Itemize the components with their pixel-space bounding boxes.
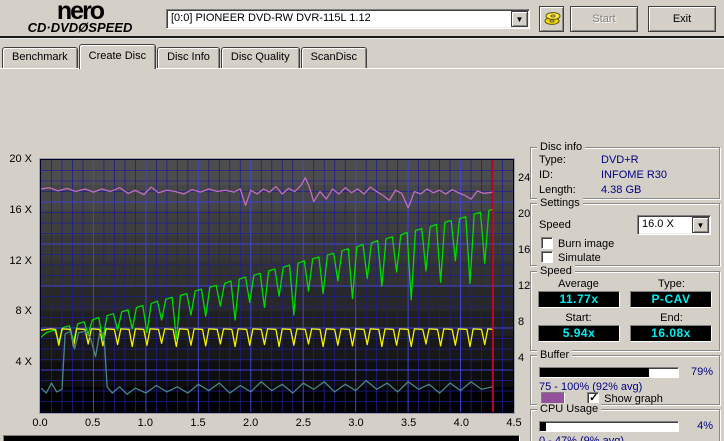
tab-strip: Benchmark Create Disc Disc Info Disc Qualit…	[2, 44, 368, 69]
cpu-usage-title: CPU Usage	[537, 403, 602, 415]
eject-disc-button[interactable]	[539, 6, 564, 32]
header-separator	[0, 36, 724, 39]
tab-disc-info[interactable]: Disc Info	[157, 47, 220, 68]
buffer-title: Buffer	[537, 349, 573, 361]
right-axis-tick: 24	[518, 172, 531, 185]
simulate-label: Simulate	[558, 252, 601, 264]
burn-image-label: Burn image	[558, 238, 615, 250]
cpu-percent: 4%	[697, 420, 713, 432]
x-axis-tick: 1.0	[137, 417, 153, 429]
speed-type-label: Type:	[658, 278, 685, 290]
buffer-show-graph-label: Show graph	[604, 393, 663, 405]
tab-scandisc[interactable]: ScanDisc	[300, 47, 368, 68]
create-disc-tab-page: 20 X 16 X 12 X 8 X 4 X 24 20 16 12 8 4 0.0 0.5 1.0 1…	[0, 68, 724, 441]
disc-id-value: INFOME R30	[601, 169, 668, 181]
buffer-meter	[539, 367, 679, 378]
chevron-down-icon[interactable]: ▼	[511, 11, 528, 27]
cpu-meter	[539, 421, 679, 432]
disc-type-value: DVD+R	[601, 154, 639, 166]
disc-length-value: 4.38 GB	[601, 184, 642, 196]
disc-id-label: ID:	[539, 169, 554, 181]
burn-progress-bar	[3, 435, 520, 441]
speed-results-title: Speed	[537, 265, 575, 277]
start-button[interactable]: Start	[570, 6, 638, 32]
right-axis-tick: 20	[518, 208, 531, 221]
tab-disc-quality[interactable]: Disc Quality	[220, 47, 300, 68]
plot-background-band	[41, 185, 513, 211]
burn-progress-fill	[4, 436, 519, 441]
speed-select-value: 16.0 X	[642, 218, 674, 230]
speed-results-group: Speed Average Type: 11.77x P-CAV Start: …	[530, 265, 720, 351]
x-axis-tick: 0.0	[32, 417, 48, 429]
cpu-usage-group: CPU Usage 4% 0 - 47% (9% avg) Show graph	[530, 403, 720, 441]
cpu-meter-fill	[540, 422, 546, 431]
left-axis-tick: 20 X	[9, 153, 32, 165]
x-axis-tick: 4.5	[506, 417, 522, 429]
chevron-down-icon[interactable]: ▼	[692, 217, 709, 233]
cpu-range: 0 - 47% (9% avg)	[539, 435, 624, 441]
x-axis-tick: 4.0	[453, 417, 469, 429]
right-axis-tick: 8	[518, 316, 525, 329]
average-speed-label: Average	[558, 278, 599, 290]
exit-button[interactable]: Exit	[648, 6, 716, 32]
drive-select[interactable]: [0:0] PIONEER DVD-RW DVR-115L 1.12 ▼	[166, 9, 530, 29]
nero-logo: nero CD·DVD‌ØSPEED	[4, 0, 156, 35]
start-speed-display: 5.94x	[538, 325, 620, 342]
tab-benchmark[interactable]: Benchmark	[2, 47, 78, 68]
speed-graph	[40, 159, 514, 413]
x-axis-labels: 0.0 0.5 1.0 1.5 2.0 2.5 3.0 3.5 4.0 4.5	[32, 417, 521, 429]
burn-image-option[interactable]: Burn image	[541, 237, 614, 250]
right-axis-tick: 12	[518, 280, 531, 293]
x-axis-tick: 1.5	[190, 417, 206, 429]
buffer-group: Buffer 79% 75 - 100% (92% avg) Show grap…	[530, 349, 720, 405]
x-axis-tick: 2.0	[243, 417, 259, 429]
simulate-option[interactable]: Simulate	[541, 251, 601, 264]
plot-background-band	[41, 286, 513, 312]
graph-plot-svg	[41, 160, 513, 412]
drive-select-value: [0:0] PIONEER DVD-RW DVR-115L 1.12	[171, 12, 371, 24]
x-axis-tick: 3.0	[348, 417, 364, 429]
speed-type-display: P-CAV	[630, 291, 712, 308]
simulate-checkbox[interactable]	[541, 251, 553, 263]
plot-background-band	[41, 361, 513, 388]
average-speed-display: 11.77x	[538, 291, 620, 308]
end-speed-display: 16.08x	[630, 325, 712, 342]
settings-group: Settings Speed 16.0 X ▼ Burn image Simul…	[530, 197, 720, 266]
buffer-meter-fill	[540, 368, 650, 377]
nero-cd-dvd-speed-window: nero CD·DVD‌ØSPEED [0:0] PIONEER DVD-RW …	[0, 0, 724, 441]
x-axis-tick: 0.5	[85, 417, 101, 429]
nero-logo-wordmark: nero	[56, 0, 105, 25]
left-axis-tick: 4 X	[15, 356, 32, 369]
buffer-percent: 79%	[690, 366, 713, 378]
x-axis-tick: 2.5	[295, 417, 311, 429]
left-axis-tick: 8 X	[15, 305, 32, 318]
cd-dvd-speed-wordmark: CD·DVD‌ØSPEED	[27, 20, 133, 35]
disc-length-label: Length:	[539, 184, 576, 196]
disc-info-title: Disc info	[537, 141, 586, 153]
right-axis-tick: 4	[518, 352, 525, 365]
disc-info-group: Disc info Type: DVD+R ID: INFOME R30 Lengt…	[530, 141, 720, 199]
tab-create-disc[interactable]: Create Disc	[78, 44, 157, 69]
right-axis-tick: 16	[518, 244, 531, 257]
plot-background-band	[41, 160, 513, 186]
left-axis-tick: 16 X	[9, 203, 32, 216]
settings-title: Settings	[537, 197, 583, 209]
start-speed-label: Start:	[565, 312, 592, 324]
speed-select-label: Speed	[539, 219, 571, 231]
burn-image-checkbox[interactable]	[541, 237, 553, 249]
left-axis-tick: 12 X	[9, 254, 32, 267]
header-bar: nero CD·DVD‌ØSPEED [0:0] PIONEER DVD-RW …	[0, 0, 724, 36]
disc-type-label: Type:	[539, 154, 566, 166]
left-axis-labels: 20 X 16 X 12 X 8 X 4 X	[2, 153, 36, 413]
end-speed-label: End:	[660, 312, 683, 324]
speed-select[interactable]: 16.0 X ▼	[637, 215, 711, 235]
disc-stack-icon	[543, 9, 561, 30]
x-axis-tick: 3.5	[401, 417, 417, 429]
